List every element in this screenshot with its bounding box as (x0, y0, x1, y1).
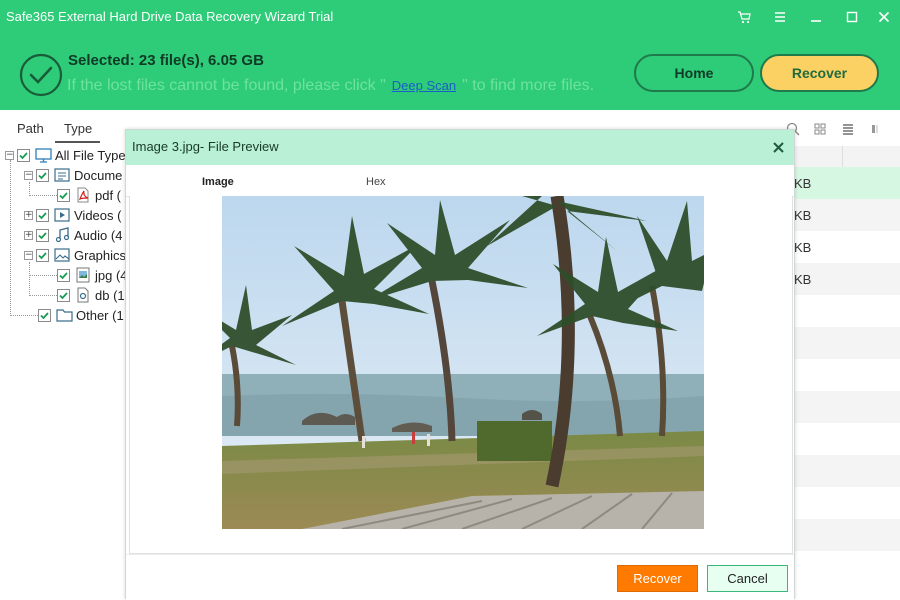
table-row[interactable]: KB (790, 263, 900, 295)
grid-view-icon[interactable] (811, 120, 829, 138)
cancel-button[interactable]: Cancel (707, 565, 788, 592)
tree-label: pdf ( (95, 187, 122, 203)
expand-toggle[interactable]: + (24, 230, 33, 240)
checkbox[interactable] (36, 208, 49, 222)
dialog-footer: Recover Cancel (126, 554, 794, 600)
tab-path[interactable]: Path (17, 121, 44, 143)
app-title: Safe365 External Hard Drive Data Recover… (6, 9, 334, 24)
table-row (790, 295, 900, 327)
tree-line (29, 195, 57, 196)
checkbox[interactable] (57, 268, 70, 282)
document-icon (53, 167, 71, 183)
table-row (790, 423, 900, 455)
checkbox[interactable] (36, 248, 49, 262)
table-row (790, 519, 900, 551)
tree-item-documents[interactable]: − Docume (24, 166, 122, 184)
table-row (790, 327, 900, 359)
dialog-title: Image 3.jpg- File Preview (132, 139, 279, 154)
image-preview-area (129, 196, 793, 554)
tree-item-all-file-types[interactable]: − All File Type (5, 146, 126, 164)
tree-item-pdf[interactable]: pdf ( (57, 186, 121, 204)
preview-tabs: Image Hex (126, 167, 794, 197)
file-preview-dialog: Image 3.jpg- File Preview Image Hex Reco… (125, 129, 795, 600)
tree-label: Other (1 (76, 307, 124, 323)
tab-image[interactable]: Image (202, 176, 234, 188)
maximize-icon[interactable] (839, 6, 865, 28)
size-cell: KB (794, 239, 812, 255)
cart-icon[interactable] (731, 6, 757, 28)
table-row (790, 487, 900, 519)
table-row (790, 551, 900, 583)
table-header (790, 146, 900, 168)
size-cell: KB (794, 175, 812, 191)
checkbox[interactable] (17, 148, 30, 162)
deep-scan-link[interactable]: Deep Scan (392, 78, 456, 93)
close-icon[interactable] (871, 6, 897, 28)
folder-icon (55, 307, 73, 323)
active-tab-indicator (55, 141, 100, 143)
music-icon (53, 227, 71, 243)
table-row (790, 359, 900, 391)
tree-label: Videos ( (74, 207, 122, 223)
expand-toggle[interactable]: + (24, 210, 33, 220)
tree-label: jpg (4 (95, 267, 128, 283)
tab-hex[interactable]: Hex (366, 176, 386, 188)
jpg-file-icon (74, 267, 92, 283)
collapse-toggle[interactable]: − (5, 150, 14, 160)
deep-scan-hint: If the lost files cannot be found, pleas… (67, 77, 594, 95)
db-file-icon (74, 287, 92, 303)
table-row[interactable]: KB (790, 167, 900, 199)
list-view-icon[interactable] (839, 120, 857, 138)
checkbox[interactable] (36, 228, 49, 242)
table-row (790, 391, 900, 423)
tree-line (29, 295, 57, 296)
hint-text-after: " to find more files. (462, 77, 595, 94)
checkbox[interactable] (57, 288, 70, 302)
tree-label: Docume (74, 167, 123, 183)
checkbox[interactable] (36, 168, 49, 182)
image-icon (53, 247, 71, 263)
tree-item-graphics[interactable]: − Graphics (24, 246, 126, 264)
home-button[interactable]: Home (634, 54, 754, 92)
dialog-title-bar: Image 3.jpg- File Preview (126, 130, 794, 165)
tree-item-videos[interactable]: + Videos ( (24, 206, 121, 224)
tree-label: db (1 (95, 287, 125, 303)
table-row[interactable]: KB (790, 199, 900, 231)
tree-label: All File Type (55, 147, 126, 163)
selected-summary: Selected: 23 file(s), 6.05 GB (68, 52, 264, 69)
preview-image (222, 196, 704, 529)
tree-item-jpg[interactable]: jpg (4 (57, 266, 128, 284)
table-row[interactable]: KB (790, 231, 900, 263)
app-header: Safe365 External Hard Drive Data Recover… (0, 0, 900, 110)
tree-item-db[interactable]: db (1 (57, 286, 125, 304)
tab-type[interactable]: Type (64, 121, 92, 143)
size-cell: KB (794, 207, 812, 223)
menu-icon[interactable] (767, 6, 793, 28)
checkbox[interactable] (38, 308, 51, 322)
collapse-toggle[interactable]: − (24, 170, 33, 180)
table-row (790, 455, 900, 487)
detail-view-icon[interactable] (867, 120, 885, 138)
dialog-close-icon[interactable] (770, 139, 786, 155)
tree-line (10, 315, 38, 316)
tree-label: Audio (4 (74, 227, 123, 243)
recover-button[interactable]: Recover (617, 565, 698, 592)
minimize-icon[interactable] (803, 6, 829, 28)
recover-button-top[interactable]: Recover (760, 54, 879, 92)
video-icon (53, 207, 71, 223)
hint-text-before: If the lost files cannot be found, pleas… (67, 77, 386, 94)
checkbox[interactable] (57, 188, 70, 202)
tree-label: Graphics (74, 247, 127, 263)
tree-item-audio[interactable]: + Audio (4 (24, 226, 122, 244)
size-cell: KB (794, 271, 812, 287)
pdf-icon (74, 187, 92, 203)
collapse-toggle[interactable]: − (24, 250, 33, 260)
tree-item-other[interactable]: Other (1 (38, 306, 124, 324)
tree-line (29, 262, 30, 296)
success-check-icon (19, 53, 63, 97)
monitor-icon (34, 147, 52, 163)
tree-line (29, 275, 57, 276)
tree-line (29, 182, 30, 196)
tree-line (10, 160, 11, 314)
